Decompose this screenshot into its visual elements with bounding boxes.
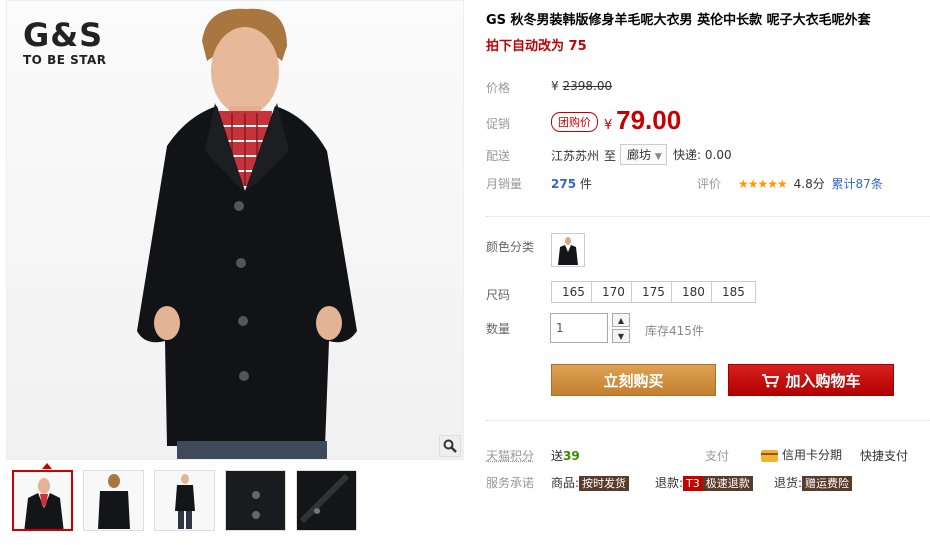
group-buy-badge: 团购价 (551, 112, 598, 132)
points-value: 送39 (551, 447, 580, 464)
active-thumb-caret (42, 463, 52, 469)
payment-label: 支付 (705, 449, 730, 463)
destination-select-box[interactable]: 廊坊 ▼ (620, 144, 667, 165)
size-option-170[interactable]: 170 (591, 281, 636, 303)
reviews-link[interactable]: 累计87条 (832, 177, 883, 191)
cart-icon (762, 373, 780, 387)
points-prefix: 送 (551, 449, 564, 463)
promo-price-currency: ¥ (604, 118, 613, 133)
chevron-down-icon: ▼ (654, 152, 662, 162)
points-label[interactable]: 天猫积分 (486, 447, 534, 464)
chevron-down-icon: ▼ (617, 331, 625, 341)
product-info-header: GS 秋冬男装韩版修身羊毛呢大衣男 英伦中长款 呢子大衣毛呢外套 拍下自动改为 … (486, 12, 926, 54)
thumbnail-4[interactable] (225, 470, 286, 531)
divider-bottom (486, 420, 930, 421)
thumbnail-1[interactable] (12, 470, 73, 531)
original-price: ¥ 2398.00 (551, 79, 612, 93)
shipping-label: 配送 (486, 149, 511, 163)
thumbnail-detail-image (226, 471, 285, 530)
credit-installment-label: 信用卡分期 (782, 448, 843, 462)
service-return-tag[interactable]: 赠运费险 (802, 476, 853, 491)
size-option-165[interactable]: 165 (551, 281, 596, 303)
buy-now-label: 立刻购买 (603, 371, 664, 390)
service-return-label: 退货: (774, 476, 803, 490)
magnifier-icon (443, 439, 457, 453)
shipping-fee: 快递: 0.00 (673, 146, 732, 163)
shipping-to-word: 至 (604, 149, 617, 163)
size-option-180[interactable]: 180 (671, 281, 716, 303)
quantity-label: 数量 (486, 322, 511, 336)
price-label: 价格 (486, 81, 511, 95)
thumbnail-3[interactable] (154, 470, 215, 531)
chevron-up-icon: ▲ (617, 315, 625, 325)
credit-installment[interactable]: 信用卡分期 (761, 446, 842, 463)
service-goods: 商品: 按时发货 (551, 474, 630, 491)
rating: ★★★★★ 4.8分 累计87条 (738, 175, 883, 192)
quantity-increase-button[interactable]: ▲ (612, 313, 630, 327)
quantity-input[interactable]: 1 (550, 313, 608, 343)
sales-count: 275 件 (551, 175, 592, 192)
quantity-decrease-button[interactable]: ▼ (612, 329, 630, 343)
stock-count: 库存415件 (645, 324, 704, 338)
original-price-value: 2398.00 (562, 79, 613, 93)
promo-price: ¥ 79.00 (604, 105, 681, 136)
shipping-fee-label: 快递: (673, 148, 702, 162)
shipping-fee-value: 0.00 (704, 148, 732, 162)
black-coat-swatch-image (558, 237, 578, 265)
buy-now-button[interactable]: 立刻购买 (551, 364, 716, 396)
service-refund-prefix: T3 (683, 476, 703, 491)
divider-top (486, 216, 930, 217)
destination-value: 廊坊 (627, 148, 652, 162)
sales-count-unit: 件 (579, 177, 592, 191)
rating-stars-icon: ★★★★★ (738, 177, 788, 191)
sales-count-value: 275 (551, 177, 577, 191)
thumbnail-5[interactable] (296, 470, 357, 531)
destination-select[interactable]: 廊坊 ▼ (620, 144, 667, 165)
zoom-button[interactable] (439, 435, 461, 457)
service-refund-label: 退款: (655, 476, 684, 490)
product-title: GS 秋冬男装韩版修身羊毛呢大衣男 英伦中长款 呢子大衣毛呢外套 (486, 13, 871, 28)
thumbnail-back-image (98, 474, 130, 529)
add-to-cart-button[interactable]: 加入购物车 (728, 364, 894, 396)
service-goods-label: 商品: (551, 476, 580, 490)
add-to-cart-label: 加入购物车 (785, 371, 861, 390)
size-option-185[interactable]: 185 (711, 281, 756, 303)
thumbnail-2[interactable] (83, 470, 144, 531)
main-product-photo[interactable]: G&S TO BE STAR (6, 0, 464, 460)
promo-line: 拍下自动改为 75 (486, 39, 587, 54)
original-price-currency: ¥ (551, 79, 559, 93)
service-goods-tag[interactable]: 按时发货 (579, 476, 630, 491)
thumbnail-front-image (24, 478, 64, 529)
promo-label: 促销 (486, 117, 511, 131)
quick-pay[interactable]: 快捷支付 (860, 447, 908, 464)
product-gallery: G&S TO BE STAR (6, 0, 464, 545)
promo-price-value: 79.00 (616, 105, 682, 135)
color-label: 颜色分类 (486, 240, 535, 254)
thumbnail-fabric-image (297, 471, 356, 530)
size-label: 尺码 (486, 288, 511, 302)
color-option-black[interactable] (551, 233, 585, 267)
model-wearing-coat-image (137, 8, 357, 459)
credit-card-icon (761, 449, 778, 462)
rating-score: 4.8分 (793, 177, 825, 191)
thumbnail-fullbody-image (175, 474, 195, 529)
service-return: 退货: 赠运费险 (774, 474, 853, 491)
service-refund: 退款: T3 极速退款 (655, 474, 753, 491)
rating-label: 评价 (697, 177, 722, 191)
shipping-origin: 江苏苏州 (551, 149, 600, 163)
size-option-175[interactable]: 175 (631, 281, 676, 303)
thumbnail-strip (12, 470, 357, 531)
sales-label: 月销量 (486, 177, 523, 191)
service-refund-tag[interactable]: 极速退款 (702, 476, 753, 491)
service-label: 服务承诺 (486, 476, 535, 490)
points-amount: 39 (563, 449, 580, 463)
group-buy-badge-text: 团购价 (551, 112, 598, 132)
